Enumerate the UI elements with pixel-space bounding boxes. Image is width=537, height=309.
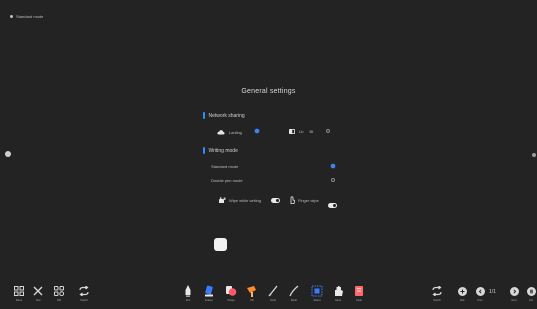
mode-label: Standard mode xyxy=(16,14,44,19)
section-accent xyxy=(203,147,205,154)
switch-icon xyxy=(79,286,89,296)
wipe-hand-icon xyxy=(219,197,226,203)
clear-label: Clear xyxy=(355,299,363,302)
pen-tool[interactable]: Pen xyxy=(181,285,195,302)
page-indicator: 1/1 xyxy=(489,289,496,295)
finger-wipe-option: Finger wipe xyxy=(289,196,319,204)
list-icon xyxy=(526,286,536,296)
eraser-tool[interactable]: Eraser xyxy=(202,285,216,302)
shape-tool[interactable]: Shape xyxy=(224,285,238,302)
select-label: Select xyxy=(313,299,321,302)
clear-icon xyxy=(355,286,363,296)
finger-wipe-toggle[interactable] xyxy=(328,203,337,208)
wipe-while-writing-option: Wipe while writing xyxy=(218,197,261,204)
writing-mode-label: Writing mode xyxy=(208,147,238,154)
redo-icon xyxy=(289,285,299,297)
hand-label: Hand xyxy=(334,299,342,302)
network-option-b[interactable]: Lb Bt xyxy=(289,129,313,134)
menu-label: Menu xyxy=(15,299,23,302)
fill-icon xyxy=(247,286,256,297)
switch-left-label: Switch xyxy=(80,299,88,302)
hand-tool[interactable]: Hand xyxy=(331,285,345,302)
hand-icon xyxy=(334,286,343,296)
pen-label: Pen xyxy=(185,299,191,302)
toggle-knob xyxy=(332,203,337,208)
grid-icon xyxy=(14,286,24,296)
section-accent xyxy=(203,112,205,119)
left-page-handle[interactable] xyxy=(5,151,11,157)
diff-button[interactable]: Diff xyxy=(52,285,66,302)
finger-wipe-label: Finger wipe xyxy=(298,197,319,203)
select-tool[interactable]: Select xyxy=(310,285,324,302)
eraser-label: Eraser xyxy=(205,299,213,302)
undo-tool[interactable]: Undo xyxy=(266,285,280,302)
prev-page-button[interactable]: Prev xyxy=(473,285,487,302)
diff-label: Diff xyxy=(57,299,61,302)
settings-title: General settings xyxy=(241,88,296,95)
switch-right-label: Switch xyxy=(433,299,441,302)
page-list-button[interactable]: List xyxy=(524,285,537,302)
floating-button[interactable] xyxy=(214,238,227,251)
network-sharing-label: Network sharing xyxy=(208,112,245,119)
top-bar xyxy=(0,0,537,28)
chevron-right-icon xyxy=(509,286,519,296)
list-label: List xyxy=(528,299,534,302)
chevron-left-icon xyxy=(475,286,485,296)
next-label: Next xyxy=(511,299,517,302)
cloud-icon xyxy=(217,130,225,135)
tool-label: Tool xyxy=(35,299,41,302)
standard-mode-label: Standard mode xyxy=(211,164,239,169)
double-pen-mode-label: Double pen mode xyxy=(211,178,243,183)
network-sharing-heading: Network sharing xyxy=(203,112,245,119)
double-pen-mode-radio[interactable] xyxy=(331,178,335,182)
add-page-button[interactable]: Add xyxy=(455,285,469,302)
apps-icon xyxy=(54,286,64,296)
add-label: Add xyxy=(459,299,465,302)
redo-label: Redo xyxy=(290,299,298,302)
shape-label: Shape xyxy=(227,299,235,302)
tools-icon xyxy=(33,286,43,296)
shape-icon xyxy=(226,286,237,296)
undo-label: Undo xyxy=(269,299,277,302)
undo-icon xyxy=(268,285,278,297)
add-icon xyxy=(457,286,467,296)
right-page-handle[interactable] xyxy=(532,153,536,157)
wipe-while-writing-toggle[interactable] xyxy=(271,198,280,203)
finger-icon xyxy=(290,196,295,204)
lanling-label: Lanling xyxy=(229,129,242,135)
redo-tool[interactable]: Redo xyxy=(287,285,301,302)
switch-left-button[interactable]: Switch xyxy=(77,285,91,302)
mode-dot-icon xyxy=(10,15,13,18)
next-page-button[interactable]: Next xyxy=(507,285,521,302)
wipe-while-writing-label: Wipe while writing xyxy=(229,198,262,203)
fill-label: Fill xyxy=(250,299,254,302)
screen-share-icon xyxy=(289,129,295,134)
tool-button[interactable]: Tool xyxy=(31,285,45,302)
mode-indicator: Standard mode xyxy=(10,14,43,19)
lanling-radio[interactable] xyxy=(255,129,259,133)
network-option-lanling[interactable]: Lanling xyxy=(217,129,242,135)
writing-mode-heading: Writing mode xyxy=(203,147,238,154)
pen-icon xyxy=(185,285,191,297)
option-b-tag: Bt xyxy=(309,129,314,134)
switch-icon xyxy=(432,286,442,296)
standard-mode-radio[interactable] xyxy=(331,164,335,168)
select-icon xyxy=(311,285,323,297)
clear-tool[interactable]: Clear xyxy=(352,285,366,302)
menu-button[interactable]: Menu xyxy=(12,285,26,302)
fill-tool[interactable]: Fill xyxy=(245,285,259,302)
prev-label: Prev xyxy=(477,299,483,302)
option-b-radio[interactable] xyxy=(326,129,330,133)
eraser-icon xyxy=(205,285,213,297)
switch-right-button[interactable]: Switch xyxy=(430,285,444,302)
toggle-knob xyxy=(275,198,280,203)
option-b-sublabel: Lb xyxy=(299,129,304,134)
